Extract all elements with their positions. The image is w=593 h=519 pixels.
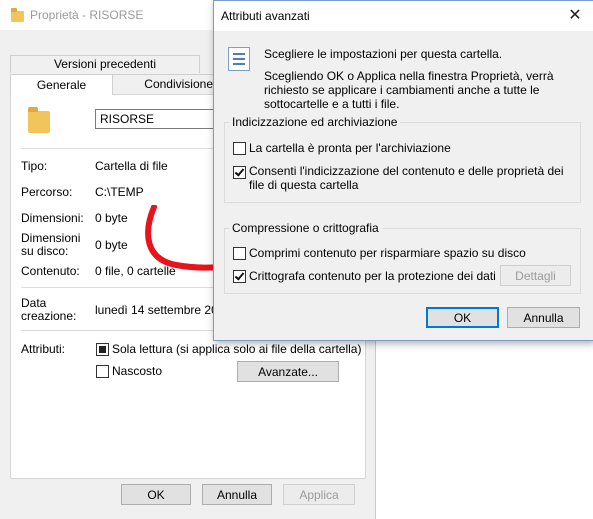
properties-list-icon: [228, 47, 250, 71]
advanced-button[interactable]: Avanzate...: [237, 361, 339, 382]
folder-icon: [11, 8, 24, 22]
advanced-attributes-dialog: Attributi avanzati ✕ Scegliere le impost…: [213, 0, 593, 341]
dialog-cancel-button[interactable]: Annulla: [507, 307, 580, 328]
compress-checkbox[interactable]: [233, 247, 246, 260]
folder-name-field[interactable]: RISORSE: [95, 109, 225, 129]
dialog-titlebar: Attributi avanzati ✕: [214, 1, 593, 31]
arrow-shaft: [145, 205, 223, 271]
created-label: Data creazione:: [21, 296, 77, 323]
size-label: Dimensioni:: [21, 211, 84, 225]
dialog-intro-line1: Scegliere le impostazioni per questa car…: [264, 47, 503, 61]
location-value: C:\TEMP: [95, 185, 144, 199]
readonly-label: Sola lettura (si applica solo ai file de…: [112, 342, 362, 356]
compress-label: Comprimi contenuto per risparmiare spazi…: [249, 246, 526, 260]
dialog-title: Attributi avanzati: [221, 9, 310, 23]
hidden-label: Nascosto: [112, 364, 163, 378]
dialog-ok-button[interactable]: OK: [426, 307, 499, 328]
location-label: Percorso:: [21, 185, 73, 199]
archive-checkbox[interactable]: [233, 142, 246, 155]
encrypt-checkbox[interactable]: [233, 270, 246, 283]
tab-sharing[interactable]: Condivisione: [112, 74, 216, 94]
created-value: lunedì 14 settembre 2020: [95, 303, 232, 317]
type-value: Cartella di file: [95, 159, 168, 173]
archive-label: La cartella è pronta per l'archiviazione: [249, 141, 451, 155]
separator: [21, 287, 221, 288]
tab-label: Condivisione: [144, 77, 213, 91]
attributes-label: Attributi:: [21, 342, 66, 356]
index-label: Consenti l'indicizzazione del contenuto …: [249, 164, 564, 192]
index-checkbox[interactable]: [233, 166, 246, 179]
readonly-checkbox[interactable]: [96, 343, 109, 356]
indexing-group-title: Indicizzazione ed archiviazione: [229, 115, 401, 129]
hidden-checkbox[interactable]: [96, 365, 109, 378]
details-button[interactable]: Dettagli: [500, 265, 571, 286]
contents-label: Contenuto:: [21, 264, 80, 278]
size-on-disk-label: Dimensioni su disco:: [21, 231, 81, 258]
separator: [21, 148, 221, 149]
type-label: Tipo:: [21, 159, 48, 173]
properties-window-title: Proprietà - RISORSE: [30, 8, 144, 22]
close-icon[interactable]: ✕: [564, 5, 586, 27]
tab-general[interactable]: Generale: [10, 74, 113, 95]
dialog-intro-line2: Scegliendo OK o Applica nella finestra P…: [264, 69, 554, 111]
props-ok-button[interactable]: OK: [121, 484, 191, 505]
size-value: 0 byte: [95, 211, 128, 225]
folder-name-value: RISORSE: [100, 112, 155, 126]
props-apply-button[interactable]: Applica: [283, 484, 355, 505]
tab-label: Generale: [36, 78, 87, 92]
tab-label: Versioni precedenti: [53, 57, 157, 71]
compression-group-title: Compressione o crittografia: [229, 221, 382, 235]
size-on-disk-value: 0 byte: [95, 238, 128, 252]
props-cancel-button[interactable]: Annulla: [202, 484, 272, 505]
tab-previous-versions[interactable]: Versioni precedenti: [10, 55, 200, 73]
encrypt-label: Crittografa contenuto per la protezione …: [249, 269, 496, 283]
folder-icon: [28, 107, 50, 133]
